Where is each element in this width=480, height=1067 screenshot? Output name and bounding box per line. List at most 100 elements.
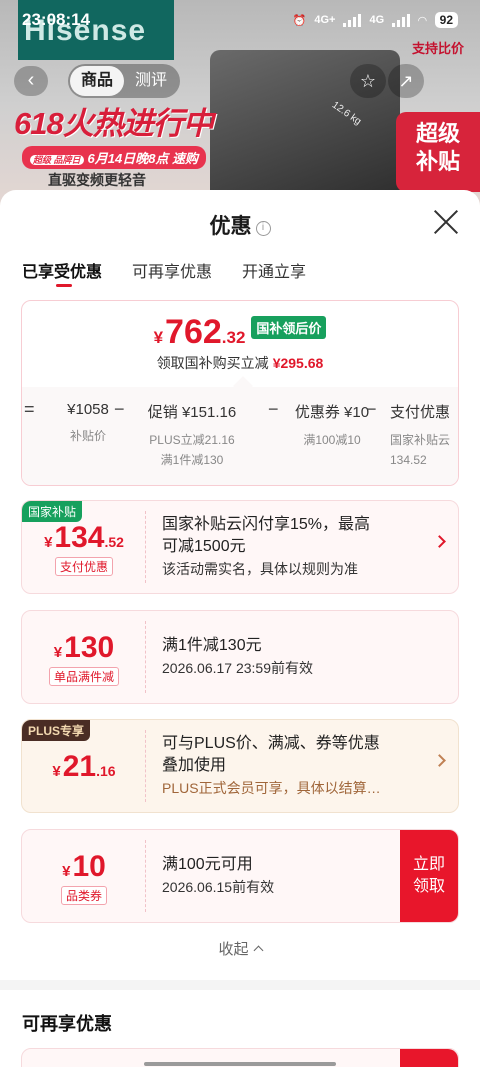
breakdown-value: 优惠券 ¥10 xyxy=(294,404,370,421)
final-price-decimal: .32 xyxy=(221,328,246,347)
coupon-type-tag: 支付优惠 xyxy=(54,557,113,576)
signal-icon xyxy=(343,13,362,27)
coupon-note: PLUS正式会员可享，具体以结算… xyxy=(162,780,381,796)
savings-text: 领取国补购买立减 xyxy=(156,355,269,371)
favorite-star-icon[interactable]: ☆ xyxy=(350,64,386,98)
coupon-title: 可与PLUS价、满减、券等优惠 xyxy=(162,735,380,752)
tab-more-offers[interactable]: 可再享优惠 xyxy=(132,256,212,300)
final-price: ¥762.32 xyxy=(154,313,246,352)
currency-symbol: ¥ xyxy=(153,328,164,347)
tab-product[interactable]: 商品 xyxy=(70,66,124,96)
coupon-title: 国家补贴云闪付享15%，最高 xyxy=(162,516,371,533)
back-button[interactable]: ‹ xyxy=(14,66,48,96)
info-icon[interactable]: i xyxy=(255,221,271,236)
breakdown-item-payment: 支付优惠 国家补贴云 134.52 xyxy=(390,401,458,470)
coupon-details: 国家补贴云闪付享15%，最高 可减1500元 该活动需实名，具体以规则为准 xyxy=(162,501,428,593)
coupon-details: 可与PLUS价、满减、券等优惠 叠加使用 PLUS正式会员可享，具体以结算… xyxy=(162,720,428,812)
breakdown-label: 满100减10 xyxy=(303,433,361,447)
coupon-type-tag: 品类券 xyxy=(60,886,107,905)
collapse-button[interactable]: 收起 xyxy=(0,938,480,959)
price-tag: 国补领后价 xyxy=(251,316,327,339)
coupon-title-cont: 叠加使用 xyxy=(162,757,227,774)
compare-price-label: 支持比价 xyxy=(412,41,465,56)
breakdown-label-2: 满1件减130 xyxy=(160,453,224,467)
coupon-national-subsidy[interactable]: 国家补贴 ¥134.52 支付优惠 国家补贴云闪付享15%，最高 可减1500元… xyxy=(21,500,459,594)
breakdown-item-promotion: 促销 ¥151.16 PLUS立减21.16 满1件减130 xyxy=(138,401,246,470)
coupon-title-cont: 可减1500元 xyxy=(162,538,246,555)
tab-enjoyed-offers[interactable]: 已享受优惠 xyxy=(22,256,102,300)
breakdown-op: − xyxy=(268,399,279,419)
breakdown-item-coupon: 优惠券 ¥10 满100减10 xyxy=(290,401,374,450)
chevron-right-icon[interactable] xyxy=(433,754,446,767)
collapse-label: 收起 xyxy=(218,941,249,958)
coupon-amount-block: ¥21.16 xyxy=(22,720,146,812)
final-price-integer: 762 xyxy=(165,313,222,351)
status-bar: 23:08:14 ⏰ 4G+ 4G ◠ 92 xyxy=(0,0,480,40)
wifi-icon: ◠ xyxy=(418,14,427,27)
tab-review[interactable]: 测评 xyxy=(124,66,178,96)
chevron-right-icon[interactable] xyxy=(433,535,446,548)
coupon-amount-decimal: .52 xyxy=(104,534,124,550)
claim-coupon-button[interactable] xyxy=(400,1049,458,1067)
tab-activate-offers[interactable]: 开通立享 xyxy=(242,256,306,300)
offers-sheet: 优惠 i 已享受优惠 可再享优惠 开通立享 ¥762.32 国补领后价 领取国补购… xyxy=(0,190,480,1067)
breakdown-label-2: 134.52 xyxy=(390,453,427,467)
coupon-plus-member[interactable]: PLUS专享 ¥21.16 可与PLUS价、满减、券等优惠 叠加使用 PLUS正… xyxy=(21,719,459,813)
currency-symbol: ¥ xyxy=(53,644,63,661)
close-icon[interactable] xyxy=(432,208,460,236)
promo-time-text: 6月14日晚8点 速购 xyxy=(87,151,199,166)
network-2-label: 4G xyxy=(369,14,385,26)
savings-amount: ¥295.68 xyxy=(272,355,324,371)
coupon-amount-integer: 10 xyxy=(72,850,106,883)
status-icons: ⏰ 4G+ 4G ◠ 92 xyxy=(293,12,458,28)
coupon-divider xyxy=(145,840,146,912)
coupon-amount: ¥10 xyxy=(22,850,146,884)
breakdown-label: 补贴价 xyxy=(69,429,106,443)
coupon-single-item[interactable]: ¥130 单品满件减 满1件减130元 2026.06.17 23:59前有效 xyxy=(21,610,459,704)
coupon-details: 满100元可用 2026.06.15前有效 xyxy=(162,830,388,922)
breakdown-label: PLUS立减21.16 xyxy=(149,433,235,447)
coupon-amount-block: ¥134.52 支付优惠 xyxy=(22,501,146,593)
network-1-label: 4G+ xyxy=(314,14,336,26)
claim-coupon-button[interactable]: 立即 领取 xyxy=(400,830,458,922)
coupon-amount: ¥21.16 xyxy=(22,750,146,784)
breakdown-value: 促销 ¥151.16 xyxy=(147,404,237,421)
coupon-note: 该活动需实名，具体以规则为准 xyxy=(162,561,358,577)
coupon-divider xyxy=(145,730,146,802)
breakdown-op: = xyxy=(24,399,35,419)
coupon-amount-block: ¥10 品类券 xyxy=(22,830,146,922)
alarm-icon: ⏰ xyxy=(292,14,307,27)
home-indicator[interactable] xyxy=(144,1062,336,1066)
breakdown-value: 支付优惠 xyxy=(390,404,451,421)
sheet-title: 优惠 i xyxy=(0,210,480,240)
breakdown-op: − xyxy=(114,399,125,419)
coupon-title: 满1件减130元 xyxy=(162,637,262,654)
subsidy-badge: 超级 补贴 xyxy=(396,112,480,192)
coupon-amount-integer: 134 xyxy=(54,521,105,554)
coupon-details: 满1件减130元 2026.06.17 23:59前有效 xyxy=(162,611,428,703)
savings-line: 领取国补购买立减 ¥295.68 xyxy=(22,353,458,373)
promo-banner-subtitle: 直驱变频更轻音 xyxy=(48,172,146,188)
coupon-divider xyxy=(145,621,146,693)
more-offers-heading: 可再享优惠 xyxy=(22,1014,112,1034)
signal-2-icon xyxy=(392,13,411,27)
price-breakdown: = ¥1058 补贴价 − 促销 ¥151.16 PLUS立减21.16 满1件… xyxy=(22,387,458,485)
currency-symbol: ¥ xyxy=(52,763,61,780)
promo-time-tag: 超级 品牌日 xyxy=(30,155,84,165)
coupon-amount-decimal: .16 xyxy=(96,763,116,779)
coupon-category: ¥10 品类券 满100元可用 2026.06.15前有效 立即 领取 xyxy=(21,829,459,923)
clock: 23:08:14 xyxy=(22,10,91,29)
price-summary-card: ¥762.32 国补领后价 领取国补购买立减 ¥295.68 = ¥1058 补贴… xyxy=(21,300,459,486)
sheet-title-text: 优惠 xyxy=(209,215,252,238)
share-icon[interactable]: ↗ xyxy=(388,64,424,98)
battery-indicator: 92 xyxy=(434,12,458,28)
promo-banner-time: 超级 品牌日 6月14日晚8点 速购 xyxy=(22,146,207,169)
coupon-validity: 2026.06.15前有效 xyxy=(162,879,275,895)
final-price-block: ¥762.32 国补领后价 领取国补购买立减 ¥295.68 xyxy=(22,301,458,387)
coupon-title: 满100元可用 xyxy=(162,856,253,873)
coupon-divider xyxy=(145,511,146,583)
coupon-amount: ¥130 xyxy=(22,631,146,665)
coupon-type-tag: 单品满件减 xyxy=(48,667,119,686)
coupon-validity: 2026.06.17 23:59前有效 xyxy=(162,660,313,676)
breakdown-label: 国家补贴云 xyxy=(390,433,451,447)
